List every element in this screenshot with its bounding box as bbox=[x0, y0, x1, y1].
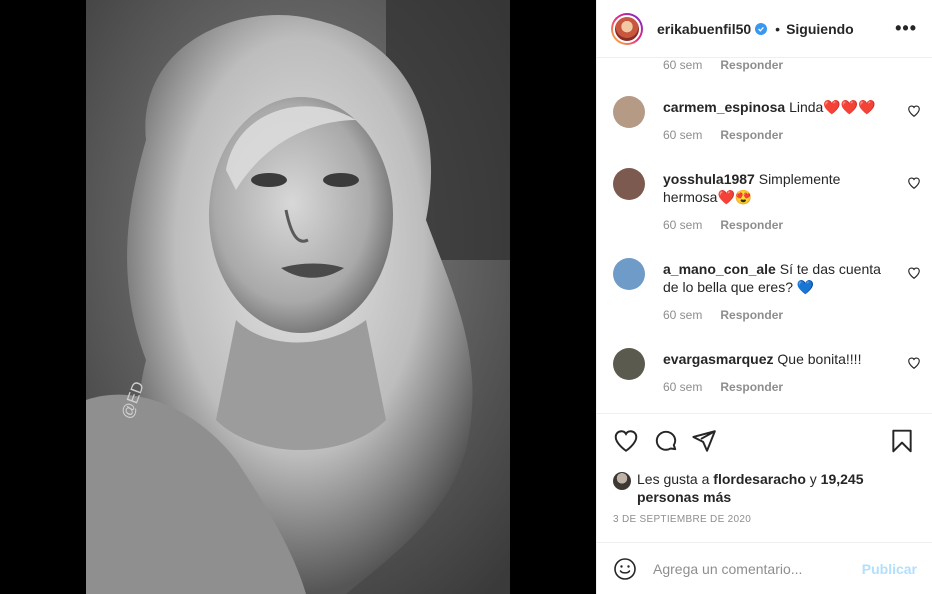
more-options-icon[interactable]: ••• bbox=[895, 18, 917, 39]
commenter-avatar[interactable] bbox=[613, 258, 645, 290]
commenter-avatar[interactable] bbox=[613, 168, 645, 200]
previous-comment-meta: 60 sem Responder bbox=[663, 58, 783, 72]
verified-icon bbox=[755, 22, 768, 35]
comment-time: 60 sem bbox=[663, 128, 703, 142]
liker-username[interactable]: flordesaracho bbox=[713, 471, 806, 487]
author-avatar[interactable] bbox=[611, 12, 643, 45]
reply-button[interactable]: Responder bbox=[720, 218, 783, 232]
post-actions bbox=[613, 428, 921, 454]
share-icon[interactable] bbox=[691, 428, 717, 454]
likes-joiner: y bbox=[809, 471, 817, 487]
header-separator: • bbox=[775, 20, 781, 37]
comment-meta: 60 sem Responder bbox=[663, 128, 783, 142]
like-comment-heart-icon[interactable] bbox=[907, 104, 921, 118]
following-button[interactable]: Siguiendo bbox=[786, 21, 854, 37]
bookmark-icon[interactable] bbox=[889, 428, 915, 454]
emoji-icon[interactable] bbox=[613, 557, 637, 581]
add-comment-bar: Publicar bbox=[597, 542, 932, 594]
comment-meta: 60 sem Responder bbox=[663, 380, 783, 394]
post-header: erikabuenfil50 • Siguiendo ••• bbox=[597, 0, 932, 58]
comment-body: carmem_espinosa Linda❤️❤️❤️ bbox=[663, 98, 891, 116]
likes-text: Les gusta a flordesaracho y 19,245 perso… bbox=[637, 470, 897, 506]
comments-list[interactable]: 60 sem Responder carmem_espinosa Linda❤️… bbox=[597, 58, 932, 414]
comment-item: yosshula1987 Simplemente hermosa❤️😍 60 s… bbox=[613, 168, 923, 248]
likes-prefix: Les gusta a bbox=[637, 471, 710, 487]
commenter-username[interactable]: yosshula1987 bbox=[663, 171, 755, 187]
post-date[interactable]: 3 DE SEPTIEMBRE DE 2020 bbox=[613, 514, 751, 525]
comment-body: evargasmarquez Que bonita!!!! bbox=[663, 350, 891, 368]
comment-item: a_mano_con_ale Sí te das cuenta de lo be… bbox=[613, 258, 923, 338]
reply-button[interactable]: Responder bbox=[720, 308, 783, 322]
comment-input[interactable] bbox=[653, 560, 862, 577]
comment-time: 60 sem bbox=[663, 58, 703, 72]
commenter-username[interactable]: carmem_espinosa bbox=[663, 99, 785, 115]
liker-avatar[interactable] bbox=[613, 472, 631, 490]
comment-body: yosshula1987 Simplemente hermosa❤️😍 bbox=[663, 170, 863, 206]
comment-time: 60 sem bbox=[663, 218, 703, 232]
heart-icon[interactable] bbox=[613, 428, 639, 454]
commenter-username[interactable]: evargasmarquez bbox=[663, 351, 774, 367]
post-photo[interactable]: @ED bbox=[86, 0, 510, 594]
comment-text: Que bonita!!!! bbox=[777, 351, 862, 367]
reply-button[interactable]: Responder bbox=[720, 380, 783, 394]
post-media-pane: @ED bbox=[0, 0, 596, 594]
like-comment-heart-icon[interactable] bbox=[907, 356, 921, 370]
comment-meta: 60 sem Responder bbox=[663, 308, 783, 322]
post-sidebar: erikabuenfil50 • Siguiendo ••• 60 sem Re… bbox=[596, 0, 932, 594]
comment-text: Linda❤️❤️❤️ bbox=[789, 99, 876, 115]
portrait-image: @ED bbox=[86, 0, 510, 594]
reply-button[interactable]: Responder bbox=[720, 58, 783, 72]
publish-button[interactable]: Publicar bbox=[862, 561, 917, 577]
comment-body: a_mano_con_ale Sí te das cuenta de lo be… bbox=[663, 260, 889, 296]
like-comment-heart-icon[interactable] bbox=[907, 176, 921, 190]
comment-time: 60 sem bbox=[663, 308, 703, 322]
like-comment-heart-icon[interactable] bbox=[907, 266, 921, 280]
commenter-avatar[interactable] bbox=[613, 348, 645, 380]
comment-item: evargasmarquez Que bonita!!!! 60 sem Res… bbox=[613, 348, 923, 410]
author-username[interactable]: erikabuenfil50 bbox=[657, 21, 751, 37]
comment-icon[interactable] bbox=[653, 428, 679, 454]
comment-item: carmem_espinosa Linda❤️❤️❤️ 60 sem Respo… bbox=[613, 96, 923, 158]
commenter-username[interactable]: a_mano_con_ale bbox=[663, 261, 776, 277]
reply-button[interactable]: Responder bbox=[720, 128, 783, 142]
comment-time: 60 sem bbox=[663, 380, 703, 394]
commenter-avatar[interactable] bbox=[613, 96, 645, 128]
comment-meta: 60 sem Responder bbox=[663, 218, 783, 232]
